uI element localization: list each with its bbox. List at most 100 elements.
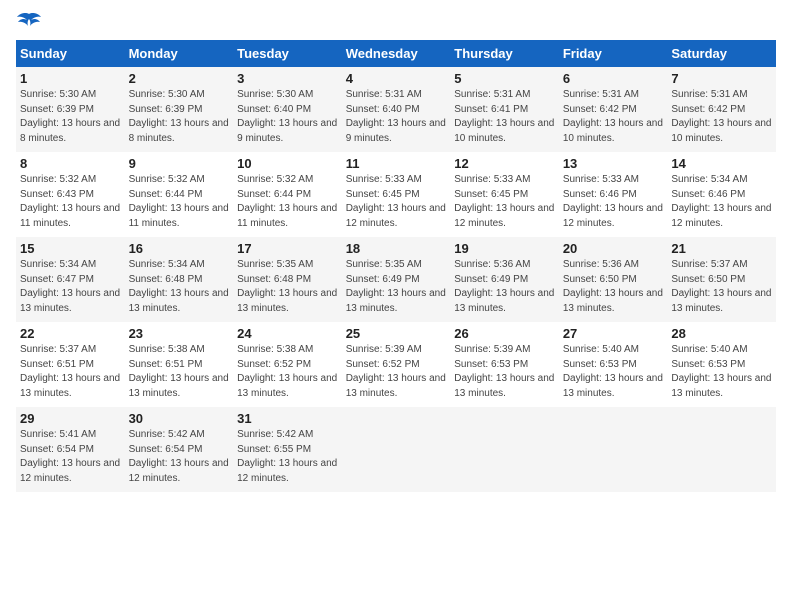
weekday-header-friday: Friday [559, 40, 668, 67]
day-detail: Sunrise: 5:33 AMSunset: 6:46 PMDaylight:… [563, 173, 664, 231]
day-number: 15 [20, 241, 121, 256]
day-detail: Sunrise: 5:34 AMSunset: 6:47 PMDaylight:… [20, 258, 121, 316]
calendar-cell: 8 Sunrise: 5:32 AMSunset: 6:43 PMDaylight… [16, 152, 125, 237]
day-detail: Sunrise: 5:35 AMSunset: 6:48 PMDaylight:… [237, 258, 338, 316]
day-detail: Sunrise: 5:30 AMSunset: 6:39 PMDaylight:… [129, 88, 230, 146]
calendar-cell: 23 Sunrise: 5:38 AMSunset: 6:51 PMDayligh… [125, 322, 234, 407]
logo-bird-icon [16, 12, 42, 32]
day-detail: Sunrise: 5:31 AMSunset: 6:42 PMDaylight:… [671, 88, 772, 146]
calendar-cell: 4Sunrise: 5:31 AMSunset: 6:40 PMDaylight… [342, 67, 451, 152]
calendar-week-row: 8 Sunrise: 5:32 AMSunset: 6:43 PMDaylight… [16, 152, 776, 237]
calendar-cell: 14 Sunrise: 5:34 AMSunset: 6:46 PMDayligh… [667, 152, 776, 237]
calendar-cell: 10 Sunrise: 5:32 AMSunset: 6:44 PMDayligh… [233, 152, 342, 237]
calendar-cell: 20Sunrise: 5:36 AMSunset: 6:50 PMDayligh… [559, 237, 668, 322]
day-detail: Sunrise: 5:37 AMSunset: 6:51 PMDaylight:… [20, 343, 121, 401]
calendar-week-row: 1 Sunrise: 5:30 AMSunset: 6:39 PMDaylight… [16, 67, 776, 152]
day-detail: Sunrise: 5:38 AMSunset: 6:51 PMDaylight:… [129, 343, 230, 401]
calendar-cell [559, 407, 668, 492]
calendar-cell: 2 Sunrise: 5:30 AMSunset: 6:39 PMDaylight… [125, 67, 234, 152]
calendar-week-row: 15 Sunrise: 5:34 AMSunset: 6:47 PMDayligh… [16, 237, 776, 322]
day-number: 8 [20, 156, 121, 171]
weekday-header-tuesday: Tuesday [233, 40, 342, 67]
weekday-header-wednesday: Wednesday [342, 40, 451, 67]
calendar-cell: 13 Sunrise: 5:33 AMSunset: 6:46 PMDayligh… [559, 152, 668, 237]
calendar-week-row: 29 Sunrise: 5:41 AMSunset: 6:54 PMDayligh… [16, 407, 776, 492]
page-wrapper: SundayMondayTuesdayWednesdayThursdayFrid… [16, 16, 776, 492]
weekday-header-saturday: Saturday [667, 40, 776, 67]
day-number: 20 [563, 241, 664, 256]
calendar-cell: 7 Sunrise: 5:31 AMSunset: 6:42 PMDaylight… [667, 67, 776, 152]
logo [16, 16, 42, 32]
day-detail: Sunrise: 5:37 AMSunset: 6:50 PMDaylight:… [671, 258, 772, 316]
weekday-header-thursday: Thursday [450, 40, 559, 67]
day-number: 11 [346, 156, 447, 171]
calendar-cell [342, 407, 451, 492]
day-detail: Sunrise: 5:35 AMSunset: 6:49 PMDaylight:… [346, 258, 447, 316]
day-detail: Sunrise: 5:34 AMSunset: 6:46 PMDaylight:… [671, 173, 772, 231]
day-number: 19 [454, 241, 555, 256]
day-number: 10 [237, 156, 338, 171]
calendar-cell: 15 Sunrise: 5:34 AMSunset: 6:47 PMDayligh… [16, 237, 125, 322]
day-detail: Sunrise: 5:38 AMSunset: 6:52 PMDaylight:… [237, 343, 338, 401]
day-number: 3 [237, 71, 338, 86]
calendar-cell: 3 Sunrise: 5:30 AMSunset: 6:40 PMDaylight… [233, 67, 342, 152]
day-number: 7 [671, 71, 772, 86]
day-number: 12 [454, 156, 555, 171]
calendar-cell: 6 Sunrise: 5:31 AMSunset: 6:42 PMDaylight… [559, 67, 668, 152]
weekday-header-monday: Monday [125, 40, 234, 67]
day-detail: Sunrise: 5:40 AMSunset: 6:53 PMDaylight:… [563, 343, 664, 401]
calendar-cell: 11Sunrise: 5:33 AMSunset: 6:45 PMDayligh… [342, 152, 451, 237]
weekday-header-row: SundayMondayTuesdayWednesdayThursdayFrid… [16, 40, 776, 67]
day-number: 31 [237, 411, 338, 426]
day-number: 28 [671, 326, 772, 341]
calendar-cell: 29 Sunrise: 5:41 AMSunset: 6:54 PMDayligh… [16, 407, 125, 492]
day-detail: Sunrise: 5:42 AMSunset: 6:55 PMDaylight:… [237, 428, 338, 486]
day-number: 18 [346, 241, 447, 256]
day-number: 22 [20, 326, 121, 341]
calendar-cell: 12Sunrise: 5:33 AMSunset: 6:45 PMDayligh… [450, 152, 559, 237]
day-number: 27 [563, 326, 664, 341]
calendar-cell [667, 407, 776, 492]
day-number: 29 [20, 411, 121, 426]
day-number: 24 [237, 326, 338, 341]
day-number: 17 [237, 241, 338, 256]
day-detail: Sunrise: 5:39 AMSunset: 6:53 PMDaylight:… [454, 343, 555, 401]
day-number: 23 [129, 326, 230, 341]
day-number: 6 [563, 71, 664, 86]
day-detail: Sunrise: 5:30 AMSunset: 6:40 PMDaylight:… [237, 88, 338, 146]
calendar-cell: 25Sunrise: 5:39 AMSunset: 6:52 PMDayligh… [342, 322, 451, 407]
calendar-cell: 18 Sunrise: 5:35 AMSunset: 6:49 PMDayligh… [342, 237, 451, 322]
day-number: 14 [671, 156, 772, 171]
day-detail: Sunrise: 5:39 AMSunset: 6:52 PMDaylight:… [346, 343, 447, 401]
day-detail: Sunrise: 5:41 AMSunset: 6:54 PMDaylight:… [20, 428, 121, 486]
weekday-header-sunday: Sunday [16, 40, 125, 67]
calendar-cell: 21 Sunrise: 5:37 AMSunset: 6:50 PMDayligh… [667, 237, 776, 322]
day-detail: Sunrise: 5:31 AMSunset: 6:41 PMDaylight:… [454, 88, 555, 146]
day-number: 1 [20, 71, 121, 86]
day-number: 9 [129, 156, 230, 171]
calendar-cell: 5Sunrise: 5:31 AMSunset: 6:41 PMDaylight… [450, 67, 559, 152]
calendar-cell: 9 Sunrise: 5:32 AMSunset: 6:44 PMDaylight… [125, 152, 234, 237]
calendar-cell: 19Sunrise: 5:36 AMSunset: 6:49 PMDayligh… [450, 237, 559, 322]
calendar-cell: 22 Sunrise: 5:37 AMSunset: 6:51 PMDayligh… [16, 322, 125, 407]
calendar-cell: 17 Sunrise: 5:35 AMSunset: 6:48 PMDayligh… [233, 237, 342, 322]
day-detail: Sunrise: 5:31 AMSunset: 6:42 PMDaylight:… [563, 88, 664, 146]
day-number: 13 [563, 156, 664, 171]
day-number: 2 [129, 71, 230, 86]
day-detail: Sunrise: 5:32 AMSunset: 6:44 PMDaylight:… [129, 173, 230, 231]
calendar-cell: 27 Sunrise: 5:40 AMSunset: 6:53 PMDayligh… [559, 322, 668, 407]
logo-content [16, 16, 42, 32]
day-detail: Sunrise: 5:32 AMSunset: 6:43 PMDaylight:… [20, 173, 121, 231]
calendar-cell [450, 407, 559, 492]
day-detail: Sunrise: 5:30 AMSunset: 6:39 PMDaylight:… [20, 88, 121, 146]
calendar-cell: 1 Sunrise: 5:30 AMSunset: 6:39 PMDaylight… [16, 67, 125, 152]
day-number: 21 [671, 241, 772, 256]
calendar-cell: 30Sunrise: 5:42 AMSunset: 6:54 PMDayligh… [125, 407, 234, 492]
day-detail: Sunrise: 5:34 AMSunset: 6:48 PMDaylight:… [129, 258, 230, 316]
day-number: 26 [454, 326, 555, 341]
calendar-cell: 24 Sunrise: 5:38 AMSunset: 6:52 PMDayligh… [233, 322, 342, 407]
calendar-week-row: 22 Sunrise: 5:37 AMSunset: 6:51 PMDayligh… [16, 322, 776, 407]
calendar-cell: 26 Sunrise: 5:39 AMSunset: 6:53 PMDayligh… [450, 322, 559, 407]
day-detail: Sunrise: 5:32 AMSunset: 6:44 PMDaylight:… [237, 173, 338, 231]
day-detail: Sunrise: 5:31 AMSunset: 6:40 PMDaylight:… [346, 88, 447, 146]
